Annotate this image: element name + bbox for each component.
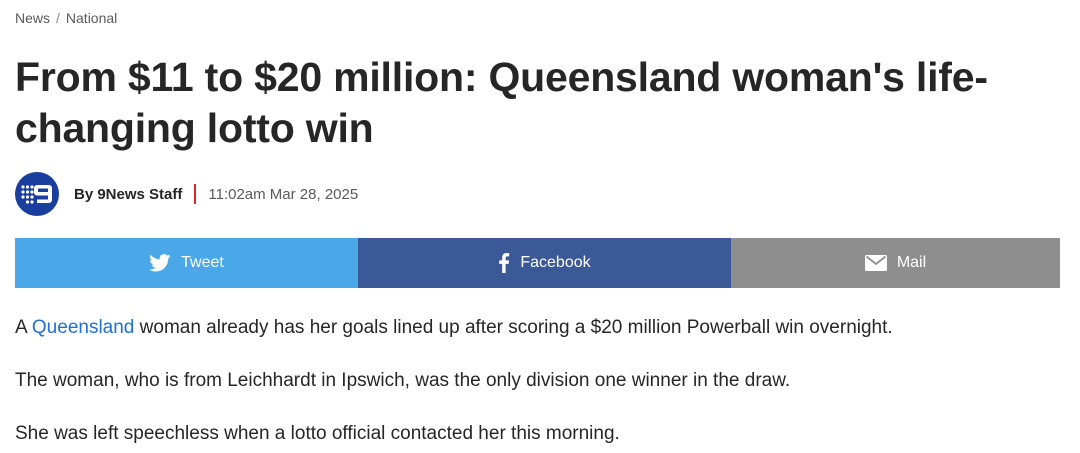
facebook-f-icon <box>499 253 510 273</box>
queensland-link[interactable]: Queensland <box>32 317 134 338</box>
byline-divider <box>194 184 197 204</box>
article-body: A Queensland woman already has her goals… <box>15 313 1065 453</box>
tweet-label: Tweet <box>181 254 224 271</box>
share-bar: Tweet Facebook Mail <box>15 238 1060 288</box>
paragraph-1: A Queensland woman already has her goals… <box>15 313 1065 342</box>
twitter-bird-icon <box>149 254 171 272</box>
paragraph-3: She was left speechless when a lotto off… <box>15 423 620 444</box>
article-headline: From $11 to $20 million: Queensland woma… <box>15 54 988 151</box>
mail-label: Mail <box>896 254 927 271</box>
breadcrumb-national[interactable]: National <box>66 10 117 26</box>
breadcrumb-separator: / <box>56 10 60 26</box>
paragraph-1-suffix: woman already has her goals lined up aft… <box>134 317 893 338</box>
envelope-icon <box>864 255 887 271</box>
tweet-button[interactable]: Tweet <box>15 238 358 288</box>
nine-network-logo-icon[interactable] <box>15 172 59 216</box>
paragraph-1-prefix: A <box>15 317 32 338</box>
breadcrumb-news[interactable]: News <box>15 10 50 26</box>
facebook-label: Facebook <box>520 254 591 271</box>
breadcrumb: News / National <box>15 10 117 26</box>
paragraph-2: The woman, who is from Leichhardt in Ips… <box>15 370 791 391</box>
facebook-button[interactable]: Facebook <box>358 238 731 288</box>
byline: By 9News Staff 11:02am Mar 28, 2025 <box>15 172 358 216</box>
publish-timestamp: 11:02am Mar 28, 2025 <box>208 185 359 203</box>
mail-button[interactable]: Mail <box>731 238 1060 288</box>
author-name[interactable]: By 9News Staff <box>74 186 182 203</box>
article-page: News / National From $11 to $20 million:… <box>0 0 1080 453</box>
